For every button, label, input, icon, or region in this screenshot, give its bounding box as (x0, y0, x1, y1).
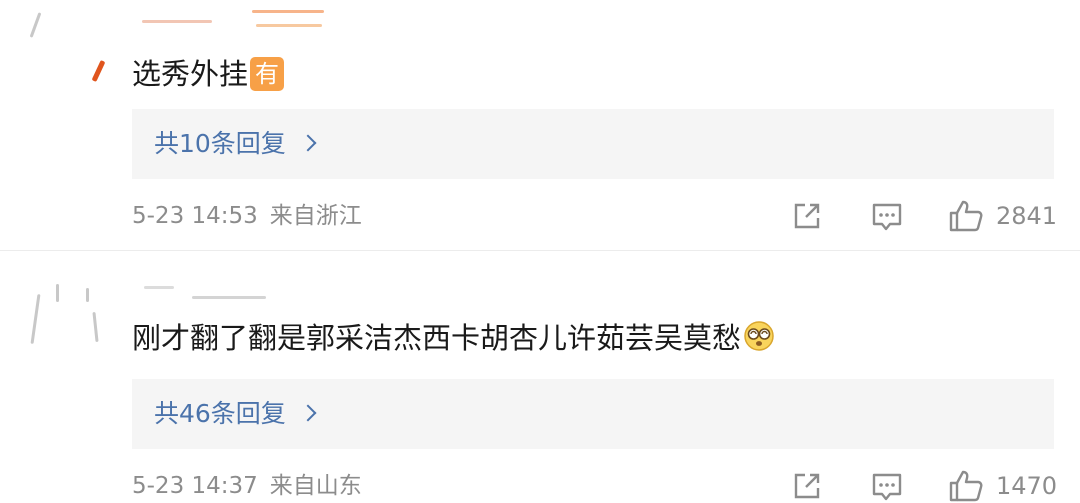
comment-meta: 5-23 14:53 来自浙江 (132, 199, 362, 233)
share-icon (794, 473, 820, 499)
avatar[interactable] (20, 272, 108, 360)
comment-item: 刚才翻了翻是郭采洁杰西卡胡杏儿许茹芸吴莫愁 共46条回复 5-23 14:37 来… (0, 262, 1080, 502)
replies-panel[interactable]: 共46条回复 (132, 379, 1054, 449)
replies-count-label: 共10条回复 (154, 129, 286, 158)
username[interactable] (132, 284, 272, 308)
reply-button[interactable] (870, 469, 904, 503)
comment-text: 刚才翻了翻是郭采洁杰西卡胡杏儿许茹芸吴莫愁 (132, 318, 775, 358)
dizzy-face-emoji-icon (744, 321, 774, 351)
comment-icon (872, 473, 902, 501)
view-replies-link[interactable]: 共10条回复 (154, 109, 317, 179)
like-count: 2841 (996, 202, 1058, 230)
replies-panel[interactable]: 共10条回复 (132, 109, 1054, 179)
timestamp: 5-23 14:53 (132, 203, 258, 229)
share-icon (794, 203, 820, 229)
comment-icon (872, 203, 902, 231)
like-button[interactable]: 1470 (948, 469, 1057, 503)
avatar[interactable] (20, 0, 108, 88)
comment-text: 选秀外挂有 (132, 54, 285, 94)
thumbs-up-icon (949, 470, 983, 502)
location: 来自浙江 (269, 203, 362, 229)
divider (0, 250, 1080, 251)
comment-body: 刚才翻了翻是郭采洁杰西卡胡杏儿许茹芸吴莫愁 (132, 321, 742, 355)
location: 来自山东 (269, 473, 362, 499)
comment-body: 选秀外挂 (132, 57, 249, 91)
reply-button[interactable] (870, 199, 904, 233)
replies-count-label: 共46条回复 (154, 399, 286, 428)
like-count: 1470 (996, 472, 1058, 500)
username[interactable] (132, 6, 324, 30)
chevron-right-icon (299, 404, 317, 422)
timestamp: 5-23 14:37 (132, 473, 258, 499)
comment-meta: 5-23 14:37 来自山东 (132, 469, 362, 503)
share-button[interactable] (790, 199, 824, 233)
comment-item: 选秀外挂有 共10条回复 5-23 14:53 来自浙江 2841 (0, 0, 1080, 250)
thumbs-up-icon (949, 200, 983, 232)
like-button[interactable]: 2841 (948, 199, 1057, 233)
badge-icon: 有 (250, 57, 285, 91)
chevron-right-icon (299, 134, 317, 152)
share-button[interactable] (790, 469, 824, 503)
view-replies-link[interactable]: 共46条回复 (154, 379, 317, 449)
